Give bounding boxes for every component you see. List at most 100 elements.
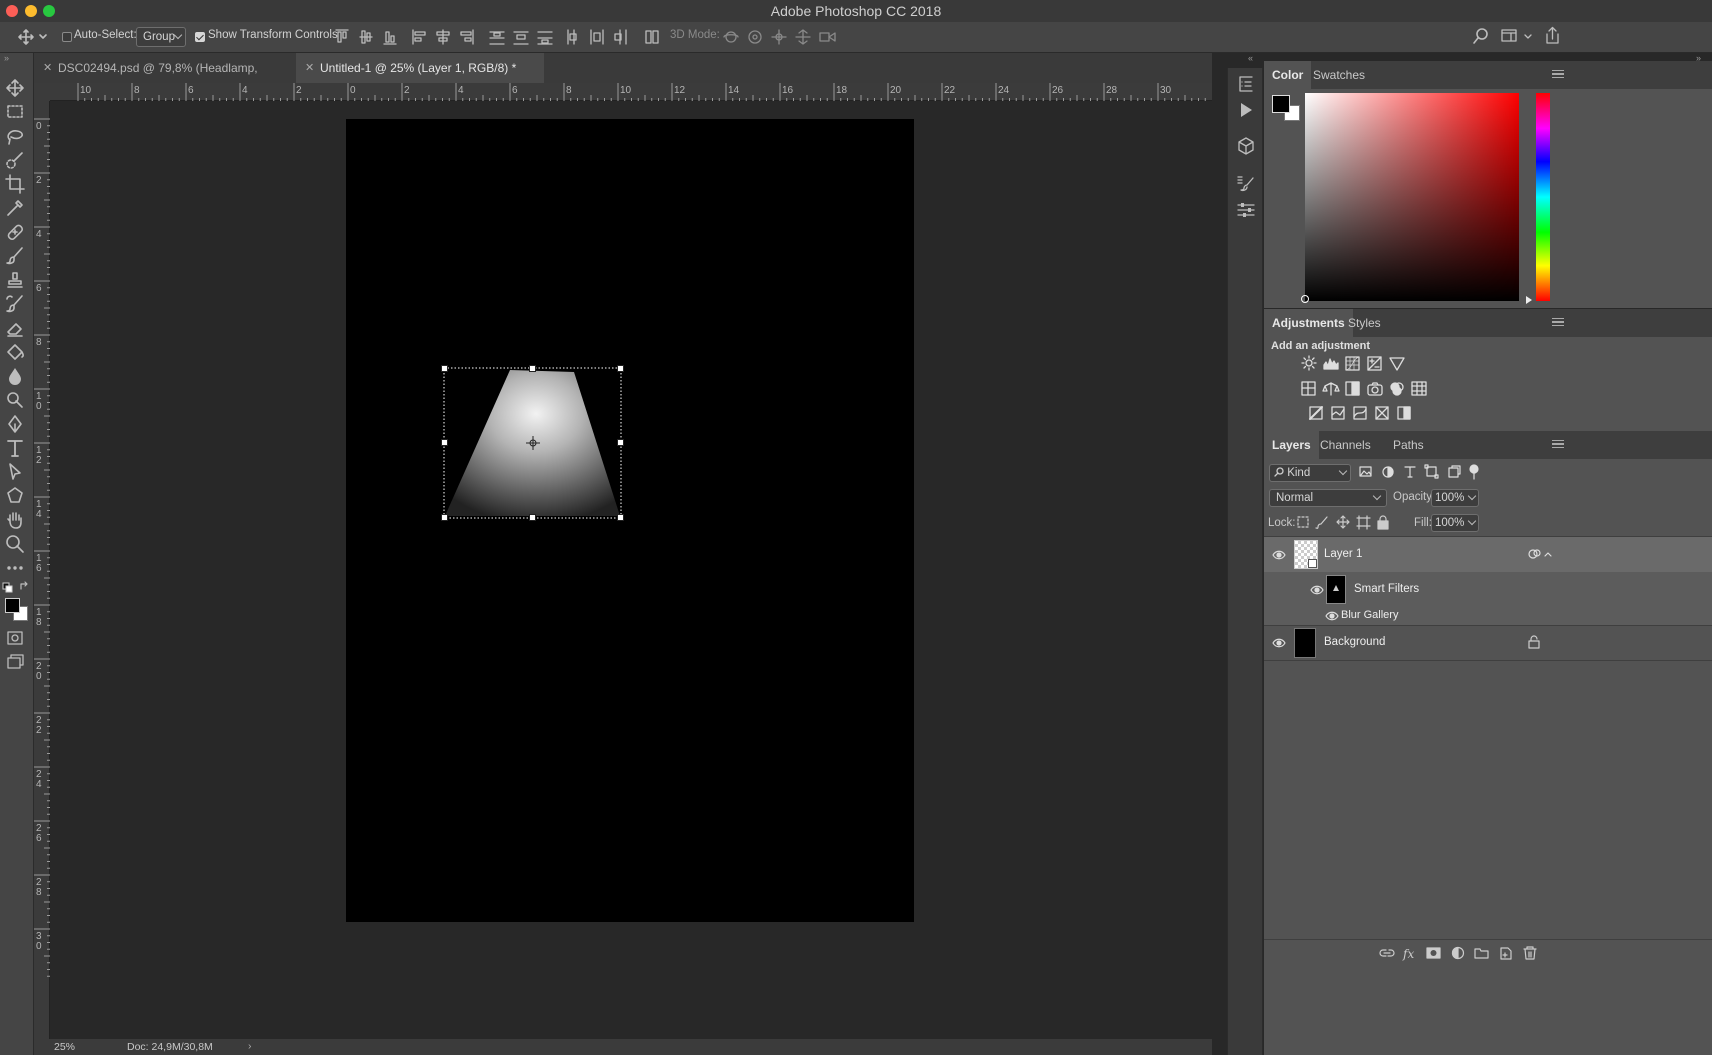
ruler-label: 4: [242, 85, 248, 96]
transform-handle-middle-left[interactable]: [441, 439, 448, 446]
path-selection-tool-icon[interactable]: [4, 461, 30, 483]
smart-filters-label[interactable]: Smart Filters: [1354, 583, 1419, 595]
share-icon[interactable]: [1544, 26, 1560, 44]
brush-tool-icon[interactable]: [4, 245, 30, 267]
healing-brush-tool-icon[interactable]: [4, 221, 30, 243]
move-tool-preset-icon[interactable]: [18, 28, 48, 46]
hue-slider[interactable]: [1536, 93, 1550, 301]
link-layers-icon: [1379, 949, 1395, 957]
color-field[interactable]: [1305, 93, 1519, 301]
eraser-tool-icon[interactable]: [4, 317, 30, 339]
layer-1-thumbnail[interactable]: [1294, 540, 1318, 569]
tab-paths[interactable]: Paths: [1385, 431, 1432, 459]
paint-bucket-tool-icon[interactable]: [4, 341, 30, 363]
vertical-ruler[interactable]: 024681012141618202224262830: [34, 101, 50, 1039]
brush-settings-panel-icon[interactable]: [1236, 174, 1256, 194]
zoom-level[interactable]: 25%: [54, 1041, 75, 1053]
tab-untitled-1[interactable]: ✕ Untitled-1 @ 25% (Layer 1, RGB/8) *: [296, 53, 544, 83]
smart-filter-indicator-icon[interactable]: [1528, 548, 1552, 560]
screen-mode-icon[interactable]: [4, 651, 30, 673]
hue-slider-marker-icon[interactable]: [1526, 296, 1532, 304]
swap-colors-icon[interactable]: [19, 581, 29, 591]
transform-handle-bottom-right[interactable]: [617, 514, 624, 521]
lasso-tool-icon[interactable]: [4, 125, 30, 147]
foreground-color-chip[interactable]: [1272, 95, 1290, 113]
document-canvas[interactable]: [346, 119, 914, 922]
horizontal-ruler[interactable]: 10 8 6 4 2 0 2 4 6 8 10 12 14 16 18 20 22 24 26 28 30: [50, 83, 1212, 101]
quick-selection-tool-icon[interactable]: [4, 149, 30, 171]
color-field-picker[interactable]: [1301, 295, 1309, 303]
tab-layers[interactable]: Layers: [1264, 431, 1319, 459]
type-tool-icon[interactable]: [4, 437, 30, 459]
distribute-top-icon: [489, 31, 505, 45]
search-icon[interactable]: [1473, 27, 1489, 45]
dock-collapse-icon[interactable]: «: [1248, 53, 1253, 63]
auto-select-checkbox[interactable]: [62, 32, 72, 42]
lock-position-icon: [1336, 515, 1350, 529]
more-tools-icon[interactable]: [4, 557, 30, 579]
fill-input[interactable]: 100%: [1431, 514, 1479, 532]
shape-tool-icon[interactable]: [4, 485, 30, 507]
layer-filter-dropdown[interactable]: Kind: [1269, 464, 1351, 482]
layer-row-layer-1[interactable]: Layer 1: [1264, 537, 1712, 572]
foreground-color-swatch[interactable]: [5, 598, 20, 613]
clone-stamp-tool-icon[interactable]: [4, 269, 30, 291]
smart-filter-mask-thumbnail[interactable]: [1326, 575, 1346, 604]
visibility-eye-icon[interactable]: [1272, 550, 1286, 560]
crop-tool-icon[interactable]: [4, 173, 30, 195]
visibility-eye-icon[interactable]: [1310, 585, 1324, 595]
workspace-switcher-icon[interactable]: [1500, 27, 1534, 45]
default-colors-icon[interactable]: [2, 582, 13, 593]
properties-panel-icon[interactable]: [1236, 200, 1256, 220]
close-tab-icon[interactable]: ✕: [305, 53, 314, 83]
history-panel-icon[interactable]: [1236, 74, 1256, 94]
move-tool-icon[interactable]: [4, 77, 30, 99]
marquee-tool-icon[interactable]: [4, 101, 30, 123]
ruler-label: 30: [1160, 85, 1172, 96]
ruler-label: 20: [890, 85, 902, 96]
history-brush-tool-icon[interactable]: [4, 293, 30, 315]
panel-menu-icon[interactable]: [1552, 70, 1564, 78]
hand-tool-icon[interactable]: [4, 509, 30, 531]
blur-tool-icon[interactable]: [4, 365, 30, 387]
close-tab-icon[interactable]: ✕: [43, 53, 52, 83]
smart-filters-row[interactable]: Smart Filters: [1264, 572, 1712, 607]
panel-menu-icon[interactable]: [1552, 440, 1564, 448]
eyedropper-tool-icon[interactable]: [4, 197, 30, 219]
layer-name[interactable]: Background: [1324, 636, 1385, 648]
auto-select-dropdown[interactable]: Group: [136, 27, 186, 47]
actions-panel-icon[interactable]: [1236, 100, 1256, 120]
visibility-eye-icon[interactable]: [1272, 638, 1286, 648]
show-transform-controls-checkbox[interactable]: [195, 32, 205, 42]
tab-dsc02494[interactable]: ✕ DSC02494.psd @ 79,8% (Headlamp, RGB/8)…: [34, 53, 296, 105]
status-menu-arrow-icon[interactable]: ›: [248, 1040, 252, 1052]
layer-name[interactable]: Layer 1: [1324, 548, 1362, 560]
blur-gallery-label[interactable]: Blur Gallery: [1341, 609, 1398, 621]
blend-mode-dropdown[interactable]: Normal: [1269, 489, 1387, 507]
ruler-label: 4: [36, 509, 42, 520]
dodge-tool-icon[interactable]: [4, 389, 30, 411]
layer-row-background[interactable]: Background: [1264, 626, 1712, 660]
zoom-tool-icon[interactable]: [4, 533, 30, 555]
3d-panel-icon[interactable]: [1236, 136, 1256, 156]
quick-mask-icon[interactable]: [4, 627, 30, 649]
pen-tool-icon[interactable]: [4, 413, 30, 435]
tab-styles[interactable]: Styles: [1340, 309, 1389, 337]
panel-menu-icon[interactable]: [1552, 318, 1564, 326]
tab-channels[interactable]: Channels: [1312, 431, 1379, 459]
transform-handle-top-center[interactable]: [529, 365, 536, 372]
tab-swatches[interactable]: Swatches: [1305, 61, 1373, 89]
transform-handle-bottom-center[interactable]: [529, 514, 536, 521]
transform-handle-bottom-left[interactable]: [441, 514, 448, 521]
row-divider: [1264, 660, 1712, 661]
opacity-input[interactable]: 100%: [1431, 489, 1479, 507]
transform-handle-top-left[interactable]: [441, 365, 448, 372]
reference-point-icon[interactable]: [526, 436, 540, 450]
layer-lock-icon[interactable]: [1528, 635, 1540, 649]
collapse-arrows-icon[interactable]: »: [4, 53, 9, 63]
blur-gallery-row[interactable]: Blur Gallery: [1264, 607, 1712, 625]
visibility-eye-icon[interactable]: [1325, 611, 1339, 621]
background-thumbnail[interactable]: [1294, 628, 1316, 658]
transform-handle-middle-right[interactable]: [617, 439, 624, 446]
transform-handle-top-right[interactable]: [617, 365, 624, 372]
